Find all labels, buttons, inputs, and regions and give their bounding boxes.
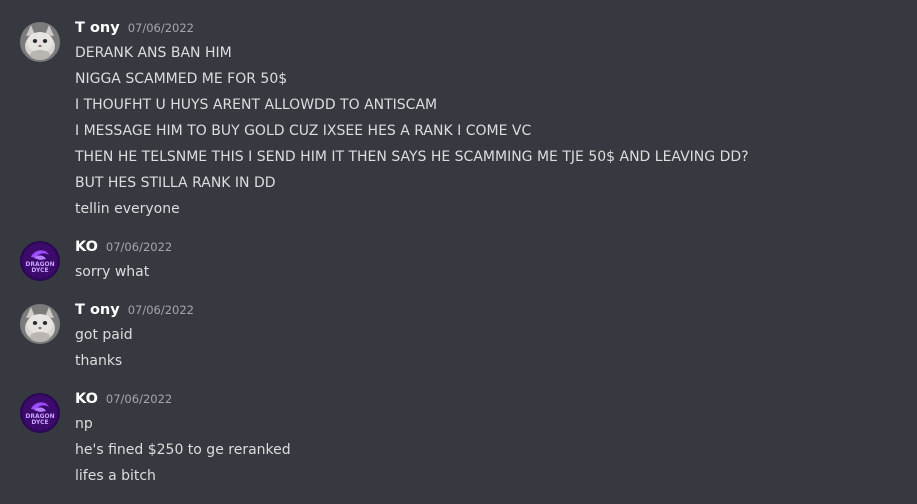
cat-avatar-icon bbox=[20, 304, 60, 344]
timestamp: 07/06/2022 bbox=[105, 240, 173, 254]
message-text: got paid bbox=[75, 327, 133, 343]
user-avatar[interactable]: DRAGON DYCE bbox=[20, 241, 60, 281]
message-text: THEN HE TELSNME THIS I SEND HIM IT THEN … bbox=[75, 149, 749, 165]
username[interactable]: KO bbox=[75, 239, 98, 255]
message-header: KO 07/06/2022 bbox=[75, 239, 917, 259]
username[interactable]: KO bbox=[75, 391, 98, 407]
dragon-dyce-logo-icon: DRAGON DYCE bbox=[20, 241, 60, 281]
timestamp: 07/06/2022 bbox=[127, 21, 194, 35]
message-header: KO 07/06/2022 bbox=[75, 391, 917, 411]
message-header: T ony 07/06/2022 bbox=[75, 302, 917, 322]
dragon-dyce-logo-icon: DRAGON DYCE bbox=[20, 393, 60, 433]
user-avatar[interactable] bbox=[20, 304, 60, 344]
user-avatar[interactable]: DRAGON DYCE bbox=[20, 393, 60, 433]
message-text: thanks bbox=[75, 353, 123, 369]
message-text: tellin everyone bbox=[75, 201, 180, 217]
message-text: DERANK ANS BAN HIM bbox=[75, 45, 232, 61]
cat-avatar-icon bbox=[20, 22, 60, 62]
svg-text:DYCE: DYCE bbox=[31, 419, 48, 426]
message-text: BUT HES STILLA RANK IN DD bbox=[75, 175, 276, 191]
user-avatar[interactable] bbox=[20, 22, 60, 62]
message-group: T ony 07/06/2022 DERANK ANS BAN HIM NIGG… bbox=[0, 20, 917, 222]
message-text: NIGGA SCAMMED ME FOR 50$ bbox=[75, 71, 288, 87]
message-group: DRAGON DYCE KO 07/06/2022 np he's fined … bbox=[0, 391, 917, 489]
message-text: lifes a bitch bbox=[75, 468, 156, 484]
message-text: he's fined $250 to ge reranked bbox=[75, 442, 291, 458]
chat-messages: T ony 07/06/2022 DERANK ANS BAN HIM NIGG… bbox=[0, 0, 917, 504]
message-group: DRAGON DYCE KO 07/06/2022 sorry what bbox=[0, 239, 917, 285]
message-text: I THOUFHT U HUYS ARENT ALLOWDD TO ANTISC… bbox=[75, 97, 438, 113]
message-text: I MESSAGE HIM TO BUY GOLD CUZ IXSEE HES … bbox=[75, 123, 532, 139]
timestamp: 07/06/2022 bbox=[105, 392, 173, 406]
username[interactable]: T ony bbox=[75, 20, 120, 36]
message-header: T ony 07/06/2022 bbox=[75, 20, 917, 40]
svg-text:DYCE: DYCE bbox=[31, 267, 48, 274]
timestamp: 07/06/2022 bbox=[127, 303, 194, 317]
message-text: np bbox=[75, 416, 93, 432]
message-text: sorry what bbox=[75, 264, 150, 280]
username[interactable]: T ony bbox=[75, 302, 120, 318]
message-group: T ony 07/06/2022 got paid thanks bbox=[0, 302, 917, 374]
